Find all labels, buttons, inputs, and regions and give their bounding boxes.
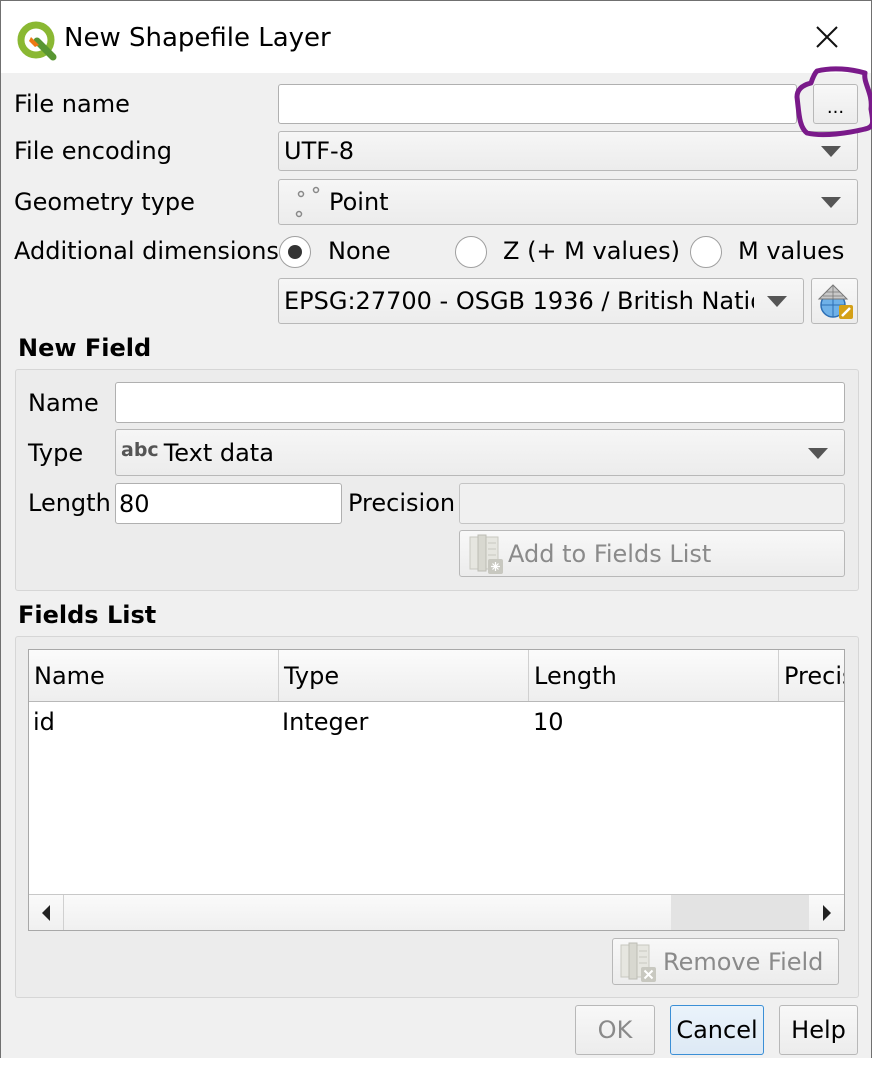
- fields-table[interactable]: Name Type Length Precis id Integer 10: [28, 649, 845, 931]
- window-title: New Shapefile Layer: [64, 23, 331, 53]
- field-length-input[interactable]: 80: [115, 483, 342, 524]
- fields-table-header: Name Type Length Precis: [29, 650, 844, 702]
- close-button[interactable]: [801, 15, 853, 59]
- cell-name: id: [33, 708, 55, 736]
- scroll-left-button[interactable]: [29, 895, 64, 930]
- new-field-section-title: New Field: [18, 334, 152, 362]
- file-encoding-combo[interactable]: UTF-8: [278, 131, 858, 171]
- crs-globe-icon: [817, 284, 853, 319]
- geometry-type-label: Geometry type: [14, 188, 195, 216]
- chevron-down-icon: [767, 296, 787, 307]
- chevron-left-icon: [42, 904, 50, 921]
- chevron-down-icon: [821, 146, 841, 157]
- chevron-down-icon: [821, 197, 841, 208]
- field-precision-input[interactable]: [459, 483, 845, 524]
- crs-value: EPSG:27700 - OSGB 1936 / British Natio: [284, 287, 754, 315]
- browse-button[interactable]: ...: [813, 84, 858, 124]
- qgis-logo-icon: [17, 21, 57, 61]
- cell-type: Integer: [282, 708, 369, 736]
- dimension-z-radio[interactable]: [455, 236, 487, 268]
- text-type-icon: abc: [121, 438, 159, 461]
- column-header-name[interactable]: Name: [29, 650, 279, 701]
- additional-dimensions-label: Additional dimensions: [14, 237, 279, 265]
- cell-length: 10: [533, 708, 564, 736]
- cancel-button[interactable]: Cancel: [670, 1005, 764, 1055]
- title-bar: New Shapefile Layer: [1, 1, 871, 73]
- fields-list-section-title: Fields List: [18, 601, 157, 629]
- dimension-m-label[interactable]: M values: [738, 237, 844, 265]
- field-type-label: Type: [28, 439, 84, 467]
- geometry-type-combo[interactable]: Point: [278, 179, 858, 225]
- crs-select-button[interactable]: [811, 278, 858, 324]
- dimension-m-radio[interactable]: [690, 236, 722, 268]
- horizontal-scrollbar[interactable]: [29, 894, 844, 930]
- file-name-label: File name: [14, 90, 130, 118]
- file-encoding-value: UTF-8: [284, 137, 354, 165]
- chevron-right-icon: [823, 904, 831, 921]
- point-geometry-icon: [295, 186, 320, 218]
- scroll-right-button[interactable]: [810, 895, 844, 930]
- field-type-combo[interactable]: abc Text data: [115, 429, 845, 476]
- scrollbar-thumb[interactable]: [671, 895, 809, 930]
- column-header-precision[interactable]: Precis: [779, 650, 844, 701]
- remove-field-icon: [620, 942, 656, 982]
- crs-combo[interactable]: EPSG:27700 - OSGB 1936 / British Natio: [278, 278, 804, 324]
- chevron-down-icon: [808, 447, 828, 459]
- column-header-type[interactable]: Type: [279, 650, 529, 701]
- add-to-fields-list-button[interactable]: Add to Fields List: [459, 530, 845, 577]
- new-shapefile-layer-dialog: New Shapefile Layer File name ... File e…: [0, 0, 872, 1060]
- remove-field-button[interactable]: Remove Field: [612, 938, 839, 985]
- field-name-input[interactable]: [115, 382, 845, 423]
- dimension-none-radio[interactable]: [279, 236, 311, 268]
- file-encoding-label: File encoding: [14, 137, 172, 165]
- ok-button[interactable]: OK: [575, 1005, 655, 1055]
- add-field-icon: [469, 534, 503, 574]
- column-header-length[interactable]: Length: [529, 650, 779, 701]
- field-precision-label: Precision: [348, 489, 456, 517]
- field-name-label: Name: [28, 389, 99, 417]
- file-name-input[interactable]: [278, 84, 797, 124]
- field-length-label: Length: [28, 489, 111, 517]
- background-window-strip: [0, 1058, 872, 1067]
- dimension-z-label[interactable]: Z (+ M values): [503, 237, 680, 265]
- field-type-value: Text data: [163, 438, 274, 467]
- add-to-fields-list-label: Add to Fields List: [508, 539, 712, 568]
- remove-field-label: Remove Field: [663, 947, 824, 976]
- dimension-none-label[interactable]: None: [328, 237, 391, 265]
- close-icon: [816, 26, 838, 48]
- help-button[interactable]: Help: [779, 1005, 858, 1055]
- geometry-type-value: Point: [329, 188, 389, 216]
